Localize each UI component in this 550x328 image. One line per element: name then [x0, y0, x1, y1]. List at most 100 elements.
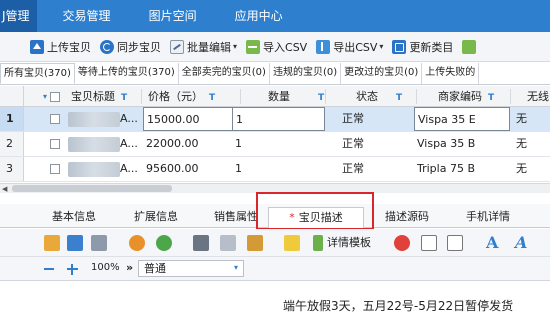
nav-manage[interactable]: J管理: [0, 0, 37, 32]
column-quantity[interactable]: 数量 T: [268, 86, 353, 107]
folder-icon[interactable]: [284, 235, 300, 251]
price-cell[interactable]: 15000.00: [143, 107, 240, 131]
quantity-cell[interactable]: 1: [235, 132, 315, 156]
wireless-cell[interactable]: 无: [510, 132, 550, 156]
tab-sold-out[interactable]: 全部卖完的宝贝(0): [179, 63, 270, 84]
price-cell[interactable]: 22000.00: [146, 132, 236, 156]
status-cell[interactable]: 正常: [342, 157, 402, 181]
chevron-down-icon: ▾: [233, 263, 238, 272]
save-icon[interactable]: [67, 235, 83, 251]
row-title[interactable]: A...: [68, 107, 142, 131]
table-row[interactable]: 3 A... 95600.00 1 正常 Tripla 75 B 无: [0, 157, 550, 182]
tab-all-products[interactable]: 所有宝贝(370): [0, 63, 75, 84]
tab-upload-failed[interactable]: 上传失败的: [422, 63, 480, 84]
cut-icon[interactable]: [193, 235, 209, 251]
export-csv-button[interactable]: 导出CSV ▾: [316, 36, 383, 58]
quantity-cell[interactable]: 1: [235, 157, 315, 181]
zoom-out-icon[interactable]: [44, 268, 54, 270]
font-a-icon[interactable]: [421, 235, 437, 251]
tab-description-source[interactable]: 描述源码: [372, 207, 442, 227]
font-color-icon[interactable]: A: [486, 232, 498, 254]
tab-modified[interactable]: 更改过的宝贝(0): [341, 63, 423, 84]
upload-icon: [30, 39, 44, 54]
scrollbar-thumb[interactable]: [12, 185, 172, 192]
editor-content: 端午放假3天，五月22号-5月22日暂停发货: [283, 299, 514, 313]
export-csv-label: 导出CSV: [333, 40, 378, 54]
export-icon: [316, 39, 331, 54]
import-csv-button[interactable]: 导入CSV: [246, 36, 307, 58]
sync-button[interactable]: 同步宝贝: [100, 36, 161, 58]
merchant-code-cell[interactable]: Vispa 35 B: [417, 132, 507, 156]
status-cell[interactable]: 正常: [342, 132, 402, 156]
column-price[interactable]: 价格（元） T: [148, 86, 240, 107]
quantity-cell[interactable]: 1: [232, 107, 325, 131]
description-editor[interactable]: 端午放假3天，五月22号-5月22日暂停发货: [0, 282, 550, 328]
tab-extended-info[interactable]: 扩展信息: [120, 207, 192, 227]
batch-edit-label: 批量编辑: [187, 40, 231, 54]
upload-label: 上传宝贝: [47, 40, 91, 54]
no-entry-icon[interactable]: [394, 235, 410, 251]
update-category-button[interactable]: 更新类目: [392, 36, 453, 58]
tab-basic-info[interactable]: 基本信息: [38, 207, 110, 227]
column-status[interactable]: 状态 T: [356, 86, 416, 107]
column-status-label: 状态: [356, 90, 378, 103]
tab-violations[interactable]: 违规的宝贝(0): [270, 63, 342, 84]
select-all-checkbox[interactable]: [50, 86, 66, 107]
status-cell[interactable]: 正常: [342, 107, 402, 131]
sort-icon[interactable]: ▾: [43, 86, 51, 107]
wireless-cell[interactable]: 无: [510, 107, 550, 131]
tab-waiting-upload[interactable]: 等待上传的宝贝(370): [75, 63, 179, 84]
sync-icon: [100, 39, 114, 54]
font-a-outline-icon[interactable]: [447, 235, 463, 251]
upload-button[interactable]: 上传宝贝: [30, 36, 91, 58]
row-title[interactable]: A...: [68, 157, 142, 181]
more-button[interactable]: [462, 36, 479, 58]
column-wireless[interactable]: 无线: [527, 86, 550, 107]
row-checkbox[interactable]: [50, 132, 64, 156]
row-checkbox[interactable]: [50, 157, 64, 181]
scroll-left-arrow[interactable]: ◀: [2, 185, 7, 193]
sync-label: 同步宝贝: [117, 40, 161, 54]
filter-icon[interactable]: T: [209, 93, 215, 103]
table-row[interactable]: 1 A... 15000.00 1 正常 Vispa 35 E 无: [0, 107, 550, 132]
filter-icon[interactable]: T: [318, 93, 324, 103]
more-arrow[interactable]: »: [126, 261, 133, 274]
copy-icon[interactable]: [220, 235, 236, 251]
nav-trade[interactable]: 交易管理: [63, 0, 111, 32]
column-wireless-label: 无线: [527, 90, 549, 103]
column-code-label: 商家编码: [438, 90, 482, 103]
zoom-bar: 100% » 普通 ▾: [0, 257, 550, 281]
filter-icon[interactable]: T: [488, 93, 494, 103]
batch-edit-button[interactable]: 批量编辑 ▾: [170, 36, 237, 58]
redo-icon[interactable]: [156, 235, 172, 251]
title-thumbnail: [68, 111, 120, 127]
paragraph-format-select[interactable]: 普通 ▾: [138, 260, 244, 277]
undo-icon[interactable]: [129, 235, 145, 251]
filter-icon[interactable]: T: [121, 93, 127, 103]
paste-icon[interactable]: [247, 235, 263, 251]
row-number: 1: [0, 107, 24, 131]
template-label[interactable]: 详情模板: [327, 235, 371, 251]
table-row[interactable]: 2 A... 22000.00 1 正常 Vispa 35 B 无: [0, 132, 550, 157]
merchant-code-cell[interactable]: Tripla 75 B: [417, 157, 507, 181]
row-title[interactable]: A...: [68, 132, 142, 156]
column-title[interactable]: 宝贝标题 T: [71, 86, 146, 107]
document-icon[interactable]: [91, 235, 107, 251]
price-cell[interactable]: 95600.00: [146, 157, 236, 181]
open-folder-icon[interactable]: [44, 235, 60, 251]
row-checkbox[interactable]: [50, 107, 64, 131]
font-italic-icon[interactable]: A: [515, 232, 527, 254]
filter-icon[interactable]: T: [396, 93, 402, 103]
merchant-code-cell[interactable]: Vispa 35 E: [414, 107, 510, 131]
title-thumbnail: [68, 161, 120, 177]
nav-app-center[interactable]: 应用中心: [235, 0, 283, 32]
tab-mobile-detail[interactable]: 手机详情: [452, 207, 524, 227]
row-number-header: [0, 86, 24, 107]
column-merchant-code[interactable]: 商家编码 T: [438, 86, 516, 107]
template-icon[interactable]: [313, 235, 323, 251]
product-grid: 1 A... 15000.00 1 正常 Vispa 35 E 无 2 A...…: [0, 107, 550, 182]
nav-image-space[interactable]: 图片空间: [149, 0, 197, 32]
wireless-cell[interactable]: 无: [510, 157, 550, 181]
category-icon: [392, 39, 407, 54]
zoom-in-icon[interactable]: [67, 264, 78, 275]
